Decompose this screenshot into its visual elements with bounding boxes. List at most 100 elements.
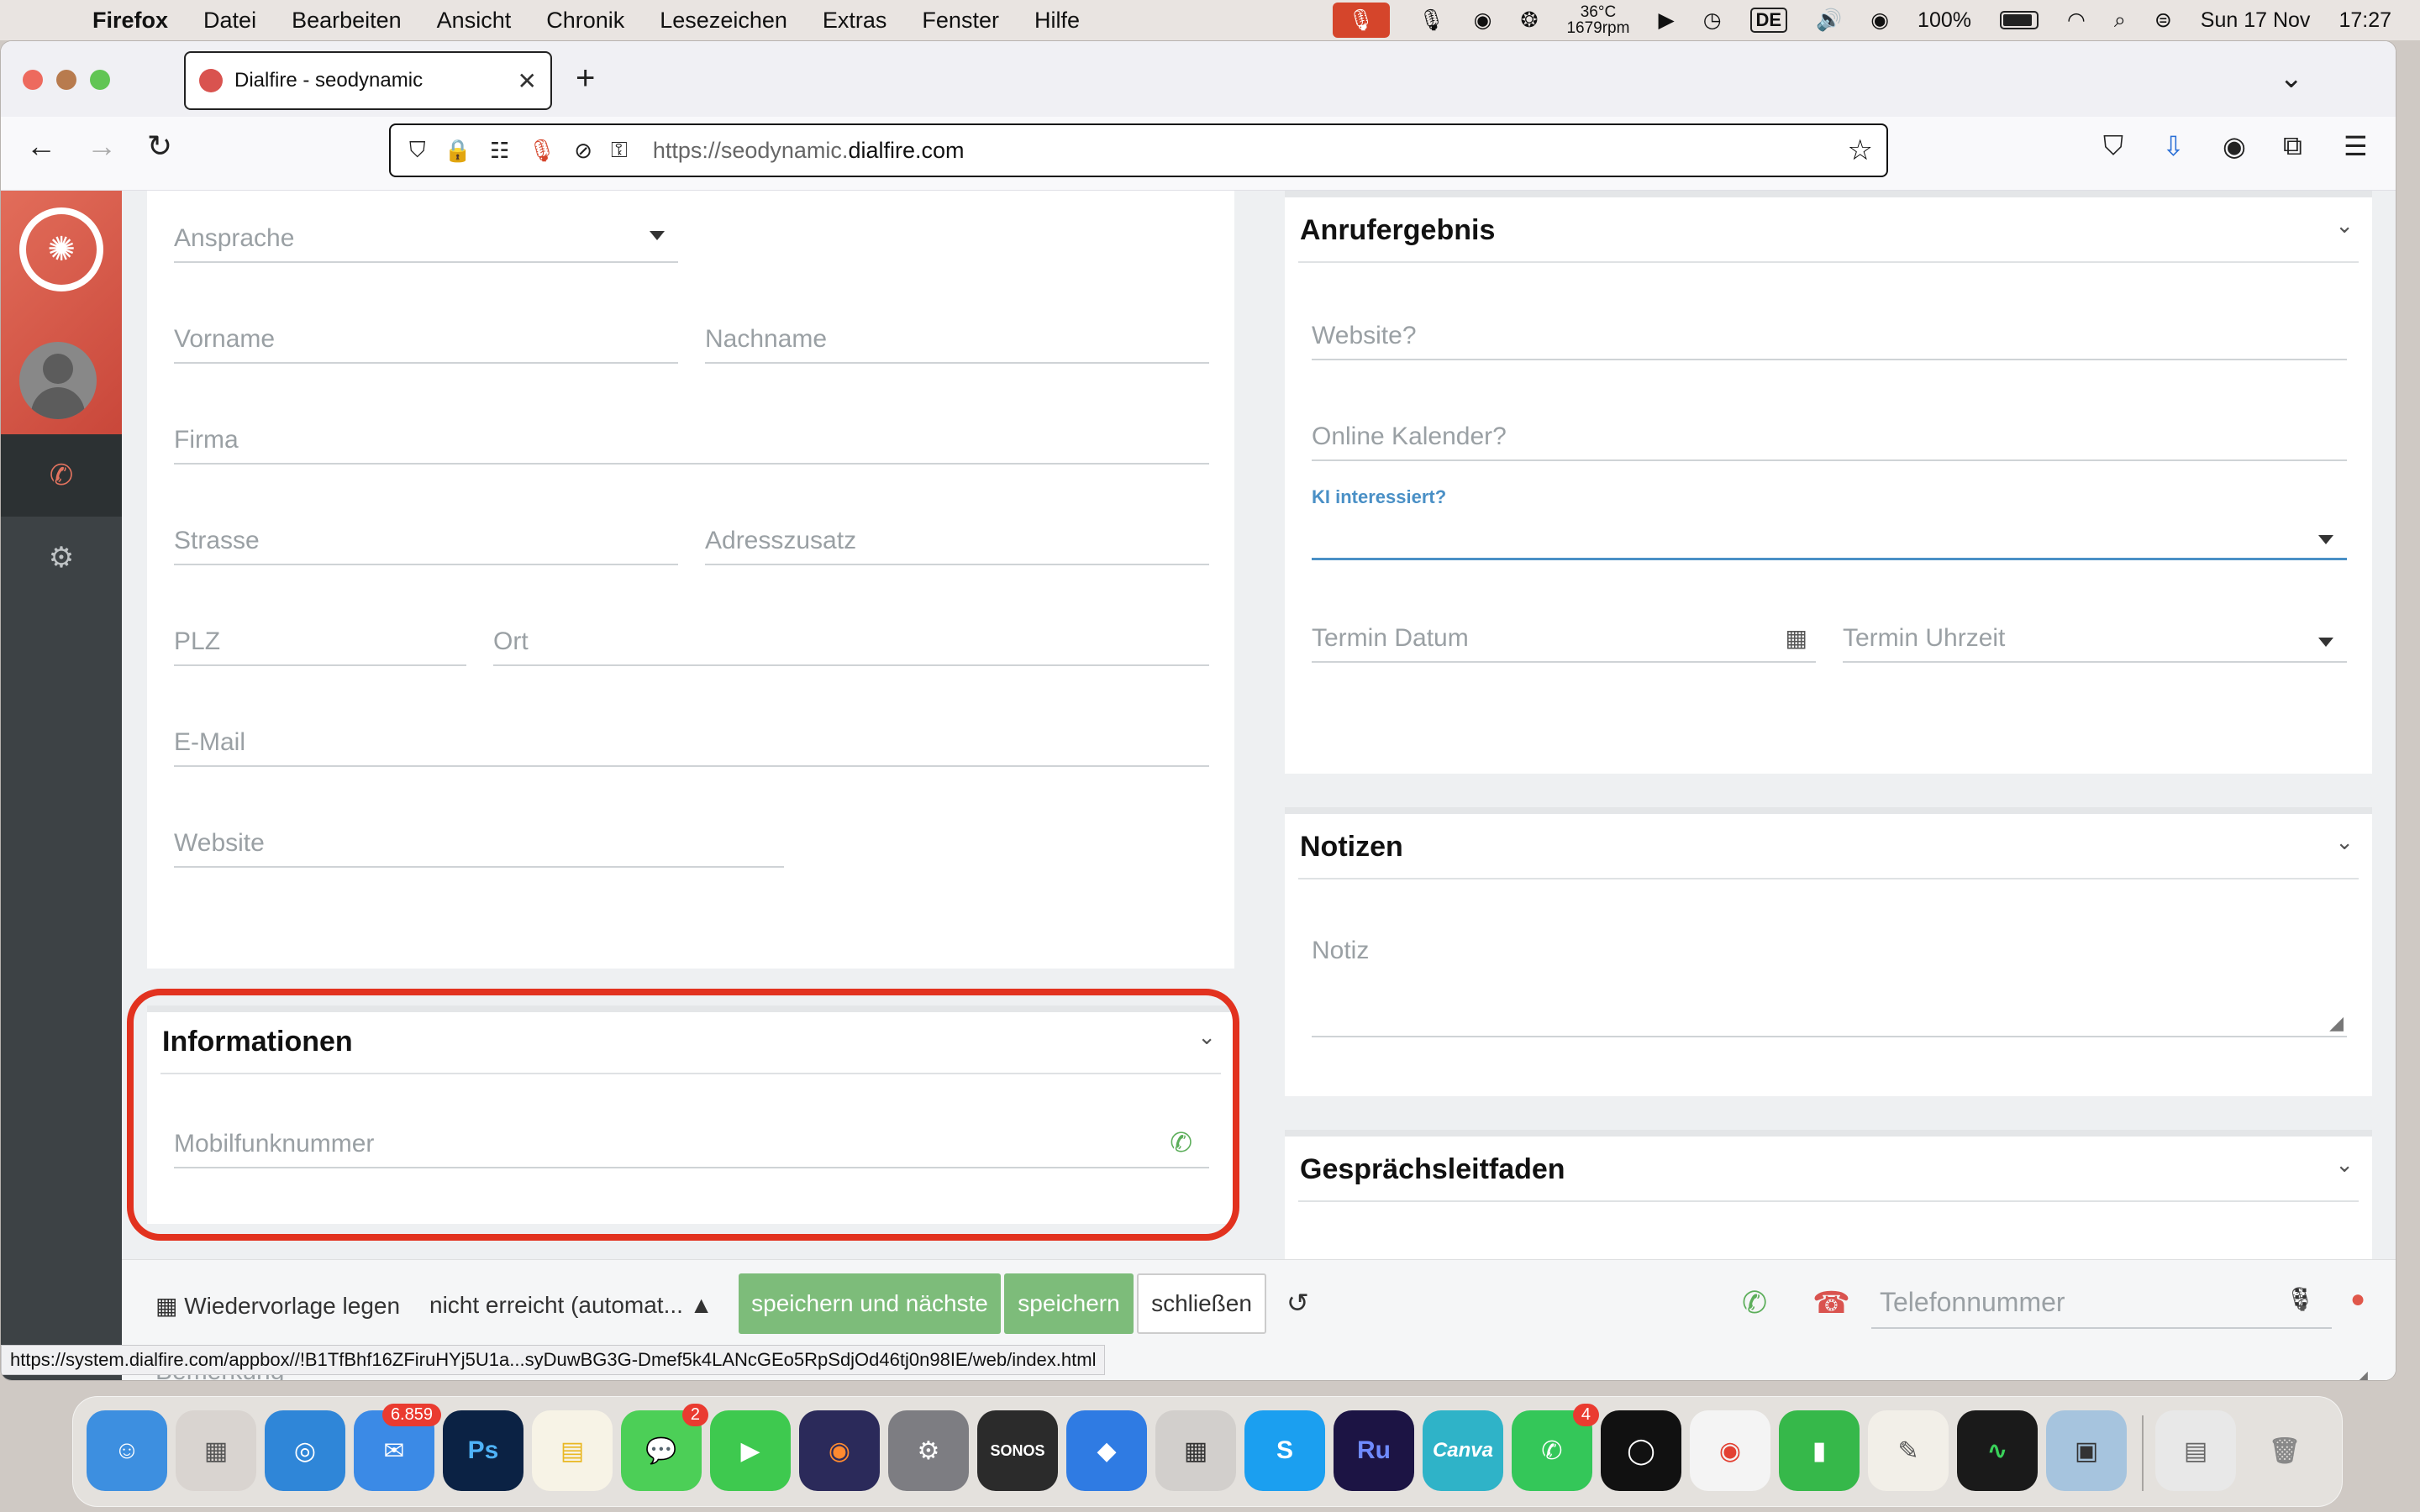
list-tabs-chevron-icon[interactable]: ⌄ [2280,61,2304,95]
menu-bearbeiten[interactable]: Bearbeiten [292,8,402,34]
online-kalender-field[interactable]: Online Kalender? [1312,423,2347,461]
dock-safari-icon[interactable]: ◎ [265,1410,345,1491]
notiz-textarea[interactable]: Notiz ◢ [1312,937,2347,1037]
reload-icon[interactable]: ↻ [147,129,172,164]
pocket-icon[interactable]: ⛉ [2103,130,2123,162]
save-button[interactable]: speichern [1004,1273,1134,1334]
history-icon[interactable]: ↺ [1286,1287,1309,1319]
dock-trash-icon[interactable]: 🗑 [2244,1410,2325,1491]
permissions-icon[interactable]: ☷ [490,138,509,164]
email-field[interactable]: E-Mail [174,728,1209,767]
termin-uhrzeit-select[interactable]: Termin Uhrzeit [1843,624,2347,663]
battery-icon[interactable] [2000,11,2039,29]
dock-system-settings-icon[interactable]: ⚙ [888,1410,969,1491]
dock-framer-icon[interactable]: ◆ [1066,1410,1147,1491]
dock-launchpad-icon[interactable]: ▦ [176,1410,256,1491]
dock-mail-icon[interactable]: ✉ 6.859 [354,1404,441,1491]
zoom-window-button[interactable] [90,70,110,90]
vorname-field[interactable]: Vorname [174,325,678,364]
temperature-readout[interactable]: 36°C 1679rpm [1566,4,1629,36]
status-dropdown[interactable]: nicht erreicht (automat... ▲ [429,1292,713,1319]
menubar-time[interactable]: 17:27 [2338,8,2391,33]
hangup-phone-icon[interactable]: ☎ [1812,1285,1850,1320]
calendar-icon[interactable]: ▦ [1786,624,1807,652]
strasse-field[interactable]: Strasse [174,527,678,565]
dock-canva-icon[interactable]: Canva [1423,1410,1503,1491]
dock-notes-icon[interactable]: ▤ [532,1410,613,1491]
menu-extras[interactable]: Extras [823,8,887,34]
menu-chronik[interactable]: Chronik [546,8,624,34]
dock-numbers-icon[interactable]: ▮ [1779,1410,1860,1491]
menu-app-name[interactable]: Firefox [92,8,168,34]
gamepad-icon[interactable]: ❂ [1521,8,1539,33]
dock-photoshop-icon[interactable]: Ps [443,1410,523,1491]
microphone-recording-icon[interactable]: 🎙 [1332,3,1390,38]
microphone-permission-icon[interactable]: 🎙 [528,138,555,164]
menubar-date[interactable]: Sun 17 Nov [2201,8,2311,33]
nachname-field[interactable]: Nachname [705,325,1209,364]
sidebar-item-settings[interactable]: ⚙ [1,517,122,599]
firma-field[interactable]: Firma [174,426,1209,465]
sidebar-item-phone[interactable]: ✆ [1,434,122,517]
keyboard-language[interactable]: DE [1749,8,1788,33]
account-icon[interactable]: ◉ [2223,130,2246,162]
url-bar[interactable]: ⛉ 🔒 ☷ 🎙 ⊘ ⚿ https://seodynamic.dialfire.… [389,123,1888,177]
dock-app-a-icon[interactable]: ◯ [1601,1410,1681,1491]
menu-hilfe[interactable]: Hilfe [1034,8,1080,34]
hamburger-menu-icon[interactable]: ☰ [2344,130,2368,162]
dock-xlsx-document-icon[interactable]: ▤ [2155,1410,2236,1491]
chevron-down-icon[interactable]: ⌄ [2335,213,2354,239]
dock-chrome-icon[interactable]: ◉ [1690,1410,1770,1491]
tab-dialfire[interactable]: Dialfire - seodynamic ✕ [184,51,552,110]
plz-field[interactable]: PLZ [174,627,466,666]
menu-lesezeichen[interactable]: Lesezeichen [660,8,787,34]
avatar[interactable] [19,342,97,419]
vpn-icon[interactable]: ◉ [1474,8,1492,33]
dialpad-icon[interactable]: ⠿ [2291,1285,2310,1315]
time-machine-icon[interactable]: ◷ [1703,8,1722,33]
play-icon[interactable]: ▶ [1658,8,1674,33]
autoplay-blocked-icon[interactable]: ⊘ [574,138,592,164]
ort-field[interactable]: Ort [493,627,1209,666]
record-icon[interactable]: ● [2350,1285,2365,1314]
dock-premiere-rush-icon[interactable]: Ru [1334,1410,1414,1491]
call-phone-icon[interactable]: ✆ [1742,1285,1767,1320]
user-icon[interactable]: ◉ [1870,8,1889,33]
chevron-down-icon[interactable]: ⌄ [2335,1152,2354,1178]
dock-preview-icon[interactable]: ▣ [2046,1410,2127,1491]
downloads-icon[interactable]: ⇩ [2162,130,2185,162]
close-window-button[interactable] [23,70,43,90]
chevron-down-icon[interactable]: ⌄ [2335,829,2354,855]
telefonnummer-input[interactable]: Telefonnummer 🎙 [1871,1278,2332,1329]
dock-skype-icon[interactable]: S [1244,1410,1325,1491]
resize-handle-icon[interactable]: ◢ [2354,1367,2368,1380]
ki-interessiert-select[interactable] [1312,517,2347,560]
dock-textedit-icon[interactable]: ✎ [1868,1410,1949,1491]
dock-facetime-icon[interactable]: ▶ [710,1410,791,1491]
save-next-button[interactable]: speichern und nächste [739,1273,1001,1334]
lock-icon[interactable]: 🔒 [445,138,471,164]
spotlight-search-icon[interactable]: ⌕ [2114,8,2126,33]
back-arrow-icon[interactable]: ← [26,129,56,164]
key-icon[interactable]: ⚿ [611,137,628,164]
dock-messages-icon[interactable]: 💬 2 [621,1404,708,1491]
termin-datum-field[interactable]: Termin Datum ▦ [1312,624,1816,663]
menu-datei[interactable]: Datei [203,8,256,34]
dock-activity-monitor-icon[interactable]: ∿ [1957,1410,2038,1491]
website-field[interactable]: Website [174,829,784,868]
menu-fenster[interactable]: Fenster [922,8,999,34]
close-button[interactable]: schließen [1137,1273,1266,1334]
close-tab-icon[interactable]: ✕ [518,67,537,95]
microphone-icon[interactable]: 🎙 [1418,8,1445,33]
wifi-icon[interactable]: ◠ [2067,8,2086,33]
ansprache-select[interactable]: Ansprache [174,224,678,263]
website-question-field[interactable]: Website? [1312,322,2347,360]
menu-ansicht[interactable]: Ansicht [437,8,512,34]
dock-whatsapp-icon[interactable]: ✆ 4 [1512,1404,1599,1491]
dock-sonos-icon[interactable]: SONOS [977,1410,1058,1491]
url-text[interactable]: https://seodynamic.dialfire.com [653,138,965,164]
dialfire-logo-icon[interactable]: ✺ [19,207,103,291]
dock-firefox-icon[interactable]: ◉ [799,1410,880,1491]
wiedervorlage-button[interactable]: ▦ Wiedervorlage legen [155,1292,400,1320]
shield-icon[interactable]: ⛉ [409,137,426,164]
